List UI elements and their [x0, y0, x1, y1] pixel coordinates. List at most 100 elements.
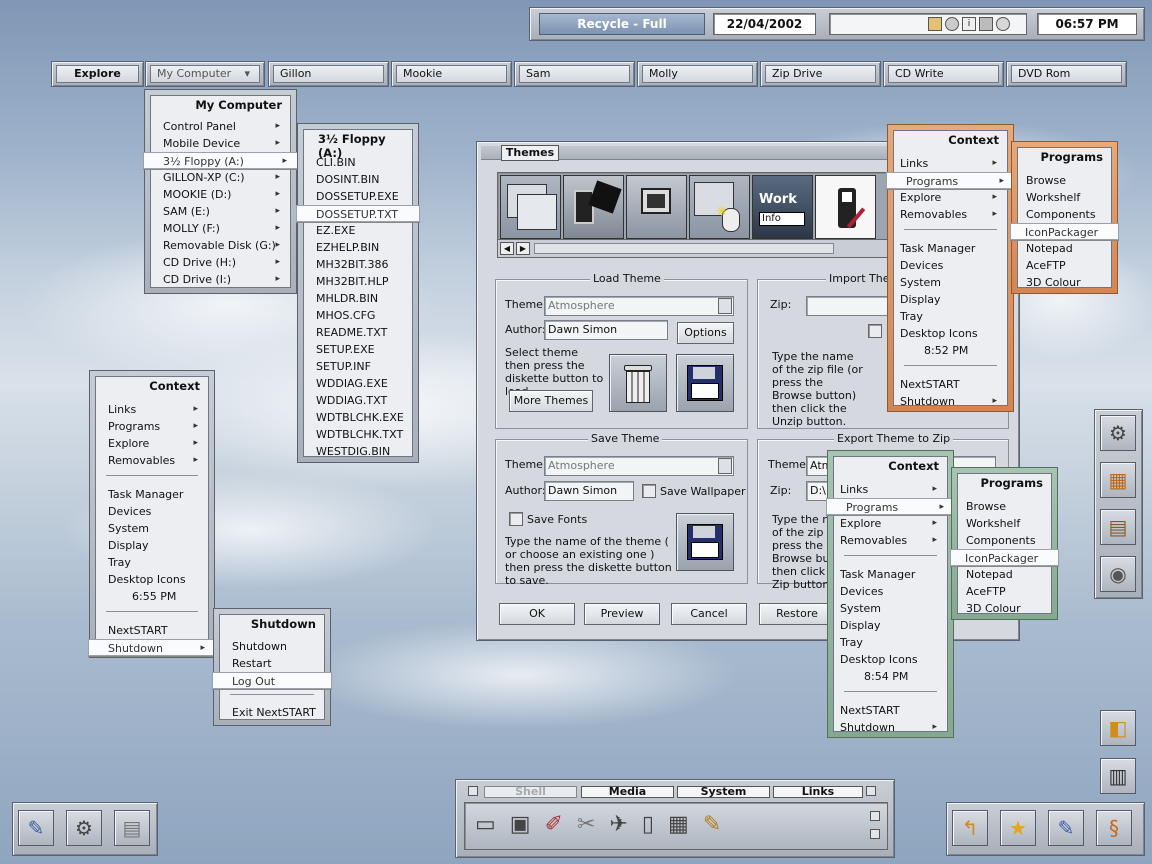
file-item[interactable]: DOSSETUP.EXE — [304, 188, 412, 205]
menu-item-programs[interactable]: Programs ▸ — [96, 418, 208, 435]
menu-item-explore[interactable]: Explore ▸ — [894, 189, 1007, 206]
scroll-left-icon[interactable]: ◀ — [500, 242, 514, 255]
tab-themes[interactable]: Themes — [501, 145, 559, 161]
drive-button-zip[interactable]: Zip Drive — [760, 61, 881, 87]
scroll-thumb[interactable] — [534, 243, 834, 254]
author-field[interactable]: Dawn Simon — [544, 320, 668, 340]
shelf-tab-system[interactable]: System — [677, 786, 770, 798]
file-item[interactable]: CLI.BIN — [304, 154, 412, 171]
paint-dock-button-left[interactable]: ✎ — [14, 806, 58, 850]
menu-item-task-manager[interactable]: Task Manager — [96, 486, 208, 503]
menu-item-tray[interactable]: Tray — [894, 308, 1007, 325]
menu-item-shutdown[interactable]: Shutdown ▸ — [894, 393, 1007, 410]
paint-dock-button[interactable]: ✎ — [1044, 806, 1088, 850]
theme-select[interactable]: Atmosphere — [544, 296, 734, 316]
drive-button-molly[interactable]: Molly — [637, 61, 758, 87]
monitor-icon[interactable]: ▦ — [668, 812, 689, 837]
theme-thumb[interactable]: ✳ — [689, 175, 750, 239]
file-item[interactable]: README.TXT — [304, 324, 412, 341]
shelf-tab-links[interactable]: Links — [773, 786, 863, 798]
menu-item-drive-h[interactable]: CD Drive (H:) ▸ — [151, 254, 290, 271]
menu-item-links[interactable]: Links ▸ — [894, 155, 1007, 172]
more-themes-button[interactable]: More Themes — [509, 390, 593, 412]
bird-icon[interactable]: ✈ — [609, 812, 627, 837]
menu-item-system[interactable]: System — [96, 520, 208, 537]
window-icon[interactable]: ▣ — [510, 812, 531, 837]
menu-item-devices[interactable]: Devices — [894, 257, 1007, 274]
file-item[interactable]: DOSINT.BIN — [304, 171, 412, 188]
file-item[interactable]: WDTBLCHK.TXT — [304, 426, 412, 443]
paint-icon[interactable]: ✐ — [545, 812, 563, 837]
menu-item-task-manager[interactable]: Task Manager — [834, 566, 947, 583]
menu-item-browse[interactable]: Browse — [958, 498, 1051, 515]
menu-item-iconpackager[interactable]: IconPackager — [950, 549, 1059, 566]
file-item[interactable]: WDDIAG.EXE — [304, 375, 412, 392]
volume-icon[interactable] — [945, 17, 959, 31]
menu-item-task-manager[interactable]: Task Manager — [894, 240, 1007, 257]
file-item[interactable]: WDDIAG.TXT — [304, 392, 412, 409]
menu-item-nextstart[interactable]: NextSTART — [894, 376, 1007, 393]
file-item[interactable]: SETUP.INF — [304, 358, 412, 375]
ok-button[interactable]: OK — [499, 603, 575, 625]
sound-dock-button[interactable]: ◉ — [1096, 552, 1140, 596]
menu-item-3d-colour[interactable]: 3D Colour — [958, 600, 1051, 617]
theme-thumb[interactable]: Work Info — [752, 175, 813, 239]
theme-thumb[interactable] — [563, 175, 624, 239]
menu-item-system[interactable]: System — [834, 600, 947, 617]
menu-item-links[interactable]: Links ▸ — [96, 401, 208, 418]
menu-item-nextstart[interactable]: NextSTART — [96, 622, 208, 639]
settings-dock-button-left[interactable]: ⚙ — [62, 806, 106, 850]
document-dock-button[interactable]: ▤ — [110, 806, 154, 850]
menu-item-programs[interactable]: Programs ▸ — [826, 498, 955, 515]
theme-thumb[interactable] — [626, 175, 687, 239]
file-item[interactable]: MHLDR.BIN — [304, 290, 412, 307]
ear-dock-button[interactable]: § — [1092, 806, 1136, 850]
theme-thumb-selected[interactable] — [815, 175, 876, 239]
drive-button-gillon[interactable]: Gillon — [268, 61, 389, 87]
menu-item-removables[interactable]: Removables ▸ — [894, 206, 1007, 223]
menu-item-browse[interactable]: Browse — [1018, 172, 1111, 189]
menu-item-drive-g[interactable]: Removable Disk (G:) ▸ — [151, 237, 290, 254]
globe-icon[interactable] — [996, 17, 1010, 31]
menu-item-explore[interactable]: Explore ▸ — [96, 435, 208, 452]
menu-item-components[interactable]: Components — [1018, 206, 1111, 223]
file-item[interactable]: WESTDIG.BIN — [304, 443, 412, 460]
menu-item-display[interactable]: Display — [834, 617, 947, 634]
arrow-dock-button[interactable]: ↰ — [948, 806, 992, 850]
window-icon[interactable] — [928, 17, 942, 31]
options-button[interactable]: Options — [677, 322, 734, 344]
chevron-down-icon[interactable] — [718, 298, 732, 314]
shelf-handle[interactable] — [866, 786, 876, 796]
windows-dock-button[interactable]: ◧ — [1096, 706, 1140, 750]
save-theme-select[interactable]: Atmosphere — [544, 456, 734, 476]
preview-button[interactable]: Preview — [584, 603, 660, 625]
menu-item-desktop-icons[interactable]: Desktop Icons — [834, 651, 947, 668]
file-item[interactable]: MH32BIT.HLP — [304, 273, 412, 290]
save-fonts-checkbox[interactable] — [509, 512, 523, 526]
file-item[interactable]: EZHELP.BIN — [304, 239, 412, 256]
shelf-handle[interactable] — [468, 786, 478, 796]
menu-item-mobile-device[interactable]: Mobile Device ▸ — [151, 135, 290, 152]
page-icon[interactable]: ▯ — [642, 812, 654, 837]
menu-item-desktop-icons[interactable]: Desktop Icons — [894, 325, 1007, 342]
file-item[interactable]: MH32BIT.386 — [304, 256, 412, 273]
menu-item-exit-nextstart[interactable]: Exit NextSTART — [220, 704, 324, 721]
menu-item-control-panel[interactable]: Control Panel ▸ — [151, 118, 290, 135]
drive-button-mookie[interactable]: Mookie — [391, 61, 512, 87]
menu-item-devices[interactable]: Devices — [834, 583, 947, 600]
settings-dock-button[interactable]: ⚙ — [1096, 411, 1140, 455]
shelf-scroll-up[interactable] — [870, 811, 880, 821]
drive-button-sam[interactable]: Sam — [514, 61, 635, 87]
menu-item-shutdown[interactable]: Shutdown ▸ — [88, 639, 216, 656]
menu-item-drive-f[interactable]: MOLLY (F:) ▸ — [151, 220, 290, 237]
file-item[interactable]: DOSSETUP.TXT — [296, 205, 420, 222]
file-item[interactable]: SETUP.EXE — [304, 341, 412, 358]
file-item[interactable]: WDTBLCHK.EXE — [304, 409, 412, 426]
menu-item-nextstart[interactable]: NextSTART — [834, 702, 947, 719]
menu-item-notepad[interactable]: Notepad — [1018, 240, 1111, 257]
menu-item-drive-c[interactable]: GILLON-XP (C:) ▸ — [151, 169, 290, 186]
menu-item-log-out[interactable]: Log Out — [212, 672, 332, 689]
explore-button[interactable]: Explore — [51, 61, 144, 87]
save-wallpaper-checkbox[interactable] — [642, 484, 656, 498]
notes-dock-button[interactable]: ▤ — [1096, 505, 1140, 549]
